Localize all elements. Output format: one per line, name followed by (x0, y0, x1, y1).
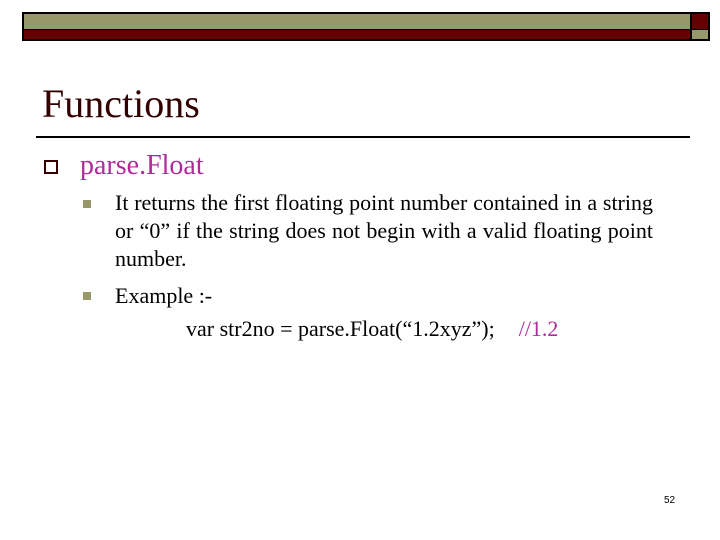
bullet-heading-parsefloat: parse.Float (80, 150, 204, 181)
header-red-strip (24, 30, 690, 39)
title-underline (36, 136, 690, 138)
filled-square-bullet-icon (83, 292, 91, 300)
example-comment: //1.2 (518, 316, 559, 341)
hollow-square-bullet-icon (44, 160, 58, 174)
header-red-block (692, 14, 708, 29)
page-number: 52 (664, 495, 676, 506)
bullet-example-label: Example :- (115, 283, 213, 308)
header-olive-strip (24, 14, 690, 29)
header-olive-block (692, 30, 708, 39)
example-code-line: var str2no = parse.Float(“1.2xyz”); //1.2 (186, 315, 558, 343)
bullet-description: It returns the first floating point numb… (115, 190, 653, 271)
slide-title: Functions (42, 81, 200, 126)
filled-square-bullet-icon (83, 200, 91, 208)
header-decoration-bar (22, 12, 710, 41)
example-code: var str2no = parse.Float(“1.2xyz”); (186, 316, 495, 341)
